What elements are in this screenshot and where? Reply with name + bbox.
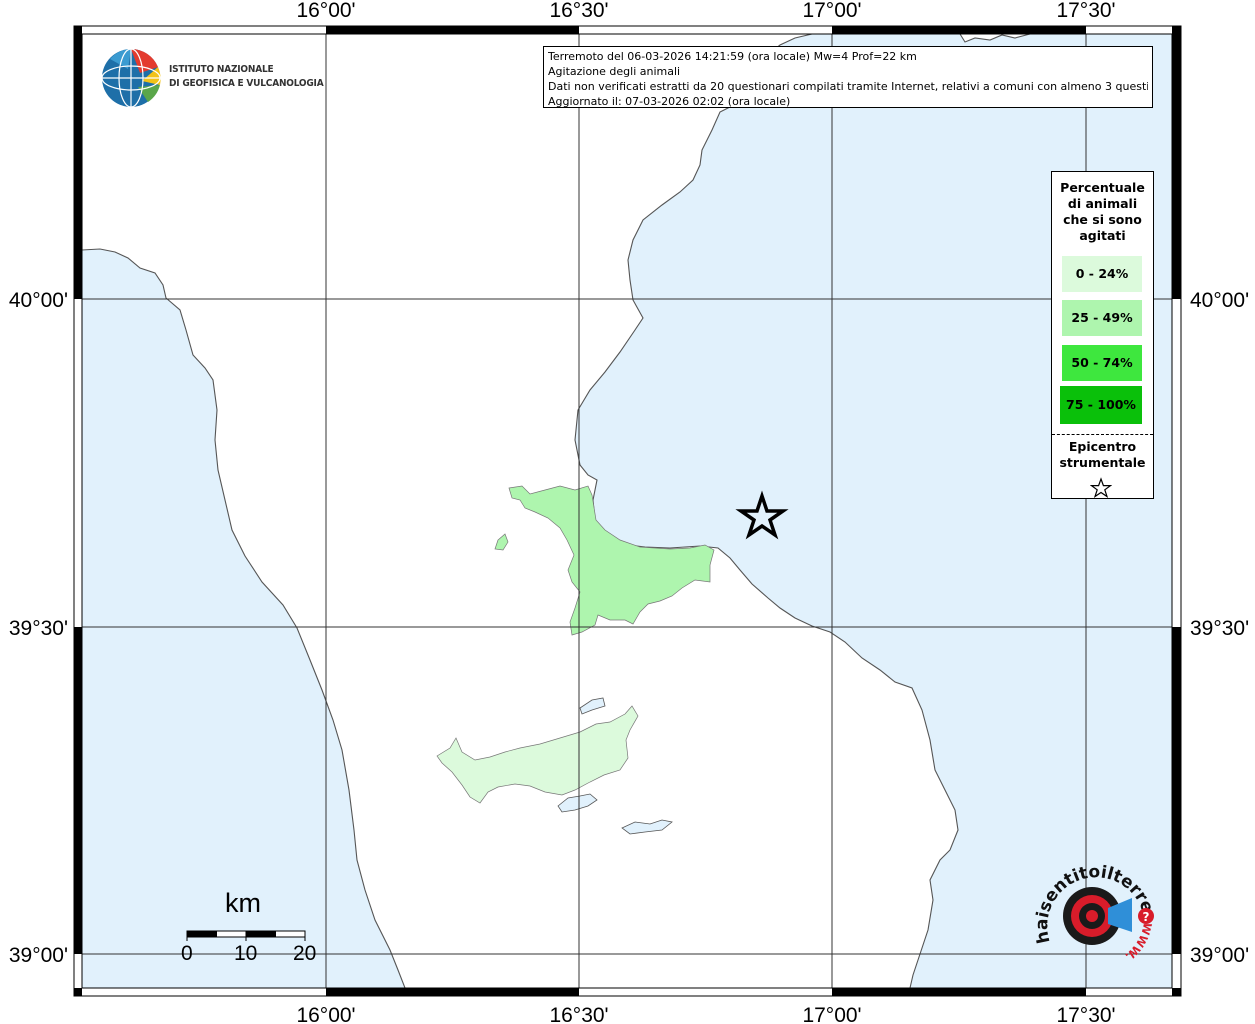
lat-label-right-3: 39°00' [1190, 944, 1249, 967]
lon-label-bottom-1: 16°00' [296, 1004, 355, 1024]
lon-label-top-3: 17°00' [802, 0, 861, 22]
lat-label-left-1: 40°00' [9, 289, 68, 312]
ingv-globe-icon [101, 48, 161, 108]
legend-star-icon [1090, 477, 1112, 498]
scale-unit: km [225, 888, 261, 918]
data-note: Dati non verificati estratti da 20 quest… [548, 80, 1148, 93]
update-time: Aggiornato il: 07-03-2026 02:02 (ora loc… [548, 95, 791, 108]
lon-label-bottom-4: 17°30' [1056, 1004, 1115, 1024]
lat-label-left-2: 39°30' [9, 617, 68, 640]
legend-class-25-49: 25 - 49% [1062, 300, 1142, 336]
scale-tick-0: 0 [181, 942, 193, 965]
legend-epicenter-label: Epicentro strumentale [1059, 439, 1146, 470]
scale-tick-10: 10 [234, 942, 258, 965]
ingv-name-line2: DI GEOFISICA E VULCANOLOGIA [169, 78, 324, 89]
lon-label-top-4: 17°30' [1056, 0, 1115, 22]
lon-label-bottom-3: 17°00' [802, 1004, 861, 1024]
haisentito-logo: haisentitoilterremoto.it WWW. ? [1021, 837, 1158, 980]
event-info-box: Terremoto del 06-03-2026 14:21:59 (ora l… [543, 46, 1153, 108]
legend: Percentuale di animali che si sono agita… [1051, 171, 1154, 499]
legend-divider [1052, 434, 1153, 435]
lat-label-right-1: 40°00' [1190, 289, 1249, 312]
haisentito-badge-icon: haisentitoilterremoto.it WWW. ? [1021, 837, 1157, 963]
scale-bar: km 0 10 20 [175, 885, 335, 975]
lon-label-bottom-2: 16°30' [549, 1004, 608, 1024]
legend-class-0-24: 0 - 24% [1062, 256, 1142, 292]
ingv-logo: ISTITUTO NAZIONALE DI GEOFISICA E VULCAN… [100, 47, 330, 111]
legend-title: Percentuale di animali che si sono agita… [1060, 180, 1145, 243]
event-title: Terremoto del 06-03-2026 14:21:59 (ora l… [548, 50, 917, 63]
scale-tick-20: 20 [293, 942, 317, 965]
ingv-name-line1: ISTITUTO NAZIONALE [169, 64, 274, 75]
legend-class-75-100: 75 - 100% [1060, 386, 1142, 424]
map-subject: Agitazione degli animali [548, 65, 681, 78]
lon-label-top-1: 16°00' [296, 0, 355, 22]
svg-text:?: ? [1143, 910, 1150, 924]
lat-label-right-2: 39°30' [1190, 617, 1249, 640]
lat-label-left-3: 39°00' [9, 944, 68, 967]
legend-class-50-74: 50 - 74% [1062, 345, 1142, 381]
lon-label-top-2: 16°30' [549, 0, 608, 22]
